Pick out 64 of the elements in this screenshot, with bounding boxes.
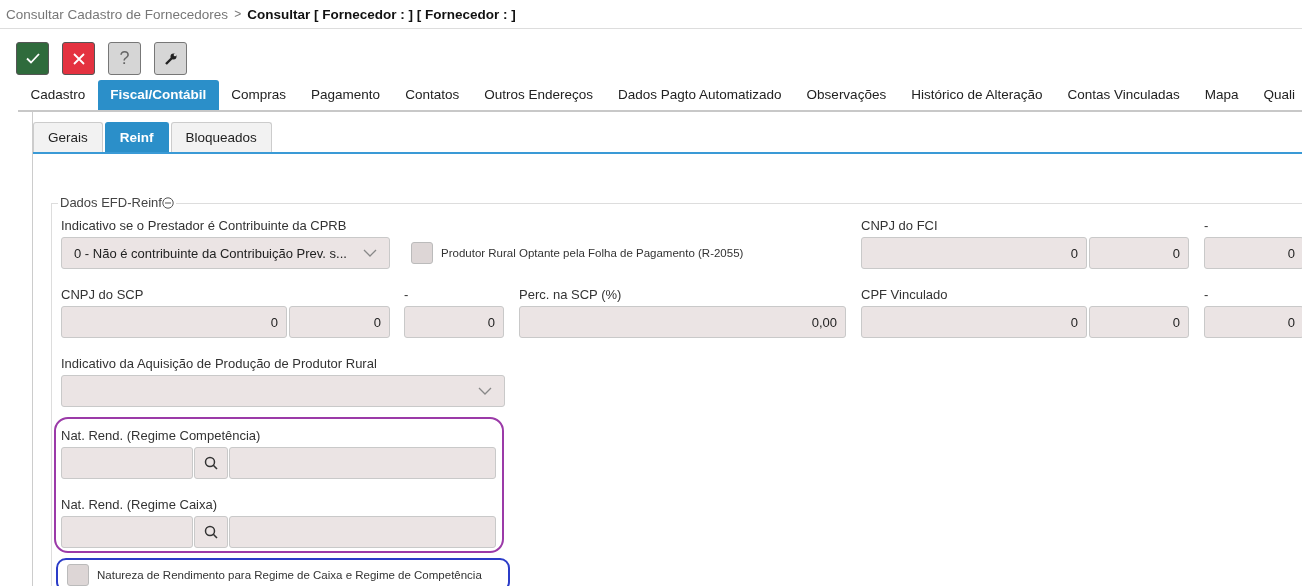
select-field[interactable] [61,375,505,407]
tab[interactable]: Fiscal/Contábil [97,80,219,110]
cancel-button[interactable] [62,42,95,75]
checkbox[interactable] [411,242,433,264]
sub-tab[interactable]: Bloqueados [170,122,272,152]
wrench-icon [163,51,178,66]
field-label: CPF Vinculado [861,287,949,303]
chevron-down-icon [363,249,377,257]
field-label: - [1204,287,1210,303]
search-icon [204,525,218,539]
page-title: Consultar [ Fornecedor : ] [ Fornecedor : ] [247,6,516,22]
input-field[interactable] [229,516,496,548]
collapse-icon[interactable] [161,196,174,209]
field-label: CNPJ do SCP [61,287,145,303]
input-field[interactable]: 0 [1089,237,1189,269]
checkbox-label: Produtor Rural Optante pela Folha de Pagamento (R-2055) [441,247,744,259]
tab[interactable]: Observações [794,80,899,110]
confirm-button[interactable] [16,42,49,75]
search-icon [204,456,218,470]
input-field[interactable] [61,516,193,548]
input-field[interactable]: 0 [1204,237,1302,269]
input-field[interactable]: 0 [861,306,1087,338]
search-button[interactable] [194,447,228,479]
field-label: CNPJ do FCI [861,218,939,234]
tab[interactable]: Contas Vinculadas [1055,80,1193,110]
field-label: Nat. Rend. (Regime Competência) [61,428,262,444]
tab[interactable]: Pagamento [298,80,393,110]
checkbox[interactable] [67,564,89,586]
tab[interactable]: Outros Endereços [471,80,606,110]
field-label: Indicativo se o Prestador é Contribuinte da CPRB [61,218,348,234]
input-field[interactable] [229,447,496,479]
field-label: - [1204,218,1210,234]
field-label: - [404,287,410,303]
input-field[interactable] [61,447,193,479]
field-label: Indicativo da Aquisição de Produção de Produtor Rural [61,356,378,372]
breadcrumb-link[interactable]: Consultar Cadastro de Fornecedores [6,6,229,22]
close-icon [72,52,85,65]
tab[interactable]: Mapa [1192,80,1252,110]
chevron-down-icon [478,387,492,395]
input-field[interactable]: 0,00 [519,306,846,338]
field-label: Nat. Rend. (Regime Caixa) [61,497,219,513]
input-field[interactable]: 0 [61,306,287,338]
input-field[interactable]: 0 [404,306,504,338]
tab[interactable]: Cadastro [18,80,98,110]
input-field[interactable]: 0 [1089,306,1189,338]
tab[interactable]: Histórico de Alteração [898,80,1055,110]
breadcrumb-separator: > [234,7,242,21]
tools-button[interactable] [154,42,187,75]
tab[interactable]: Compras [218,80,299,110]
checkbox-label: Natureza de Rendimento para Regime de Caixa e Regime de Competência [97,569,482,581]
help-button[interactable]: ? [108,42,141,75]
input-field[interactable]: 0 [861,237,1087,269]
search-button[interactable] [194,516,228,548]
tab[interactable]: Quali [1251,80,1302,110]
tab[interactable]: Dados Pagto Automatizado [605,80,795,110]
input-field[interactable]: 0 [1204,306,1302,338]
field-label: Perc. na SCP (%) [519,287,623,303]
sub-tab[interactable]: Gerais [33,122,103,152]
select-field[interactable]: 0 - Não é contribuinte da Contribuição Prev. s... [61,237,390,269]
input-field[interactable]: 0 [289,306,390,338]
sub-tab[interactable]: Reinf [104,122,169,152]
section-title: Dados EFD-Reinf [60,195,162,210]
check-icon [25,53,40,64]
tab[interactable]: Contatos [392,80,472,110]
